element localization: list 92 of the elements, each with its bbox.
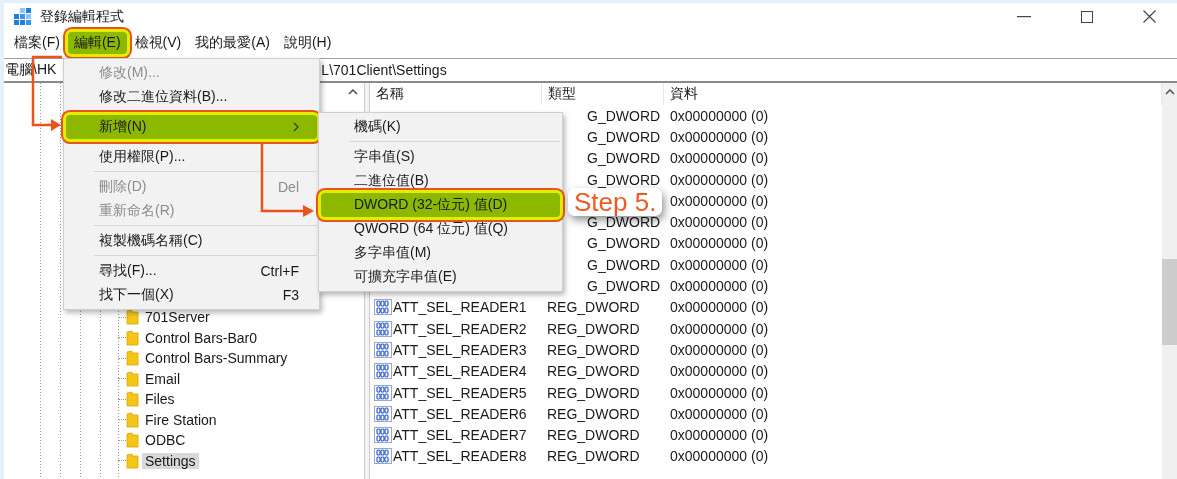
value-data: 0x00000000 (0)	[669, 128, 769, 145]
value-data: 0x00000000 (0)	[669, 448, 769, 465]
menu-item[interactable]: 修改二進位資料(B)...	[66, 85, 317, 109]
registry-editor-icon	[14, 7, 32, 26]
binary-value-icon	[374, 384, 392, 401]
value-name: ATT_SEL_READER5	[393, 384, 527, 401]
close-icon	[1143, 10, 1156, 23]
value-type: G_DWORD	[586, 235, 661, 252]
value-name: ATT_SEL_READER3	[393, 341, 527, 358]
menu-item[interactable]: 可擴充字串值(E)	[321, 265, 560, 289]
value-type: G_DWORD	[586, 256, 661, 273]
binary-value-icon	[374, 363, 392, 380]
value-type: G_DWORD	[586, 171, 661, 188]
value-data: 0x00000000 (0)	[669, 363, 769, 380]
value-type: REG_DWORD	[546, 363, 640, 380]
binary-value-icon	[374, 341, 392, 358]
value-data: 0x00000000 (0)	[669, 278, 769, 294]
value-data: 0x00000000 (0)	[669, 320, 769, 337]
value-name: ATT_SEL_READER6	[393, 405, 527, 422]
value-type: G_DWORD	[586, 278, 661, 294]
tree-item[interactable]: Control Bars-Summary	[142, 350, 291, 367]
value-name: ATT_SEL_READER2	[393, 320, 527, 337]
column-header[interactable]: 類型	[542, 83, 664, 105]
tree-item[interactable]: Fire Station	[142, 411, 220, 428]
value-type: REG_DWORD	[546, 448, 640, 465]
folder-icon	[126, 350, 139, 367]
scrollbar[interactable]	[1162, 83, 1177, 479]
value-data: 0x00000000 (0)	[669, 150, 769, 167]
value-type: REG_DWORD	[546, 427, 640, 444]
tree-item[interactable]: Files	[142, 391, 178, 408]
menu-item[interactable]: QWORD (64 位元) 值(Q)	[321, 217, 560, 241]
tree-item[interactable]: 701Server	[142, 309, 213, 326]
menu-item[interactable]: 檢視(V)	[128, 32, 188, 54]
folder-icon	[126, 411, 139, 428]
value-type: G_DWORD	[586, 150, 661, 167]
folder-icon	[126, 370, 139, 387]
value-data: 0x00000000 (0)	[669, 192, 769, 209]
value-data: 0x00000000 (0)	[669, 214, 769, 231]
menu-item[interactable]: 我的最愛(A)	[189, 32, 276, 54]
value-type: REG_DWORD	[546, 384, 640, 401]
menu-item[interactable]: 二進位值(B)	[321, 169, 560, 193]
binary-value-icon	[374, 405, 392, 422]
binary-value-icon	[374, 320, 392, 337]
menu-item[interactable]: 說明(H)	[277, 32, 338, 54]
menu-item[interactable]: 多字串值(M)	[321, 241, 560, 265]
menu-item[interactable]: 字串值(S)	[321, 145, 560, 169]
tree-item[interactable]: Settings	[142, 452, 199, 469]
scrollbar-thumb[interactable]	[1162, 259, 1177, 345]
value-name: ATT_SEL_READER1	[393, 299, 527, 316]
menu-item[interactable]: 檔案(F)	[8, 32, 66, 54]
folder-icon	[126, 391, 139, 408]
folder-icon	[126, 329, 139, 346]
value-type: G_DWORD	[586, 128, 661, 145]
tree-item[interactable]: Email	[142, 370, 183, 387]
value-name: ATT_SEL_READER7	[393, 427, 527, 444]
value-data: 0x00000000 (0)	[669, 171, 769, 188]
minimize-icon	[1016, 15, 1031, 18]
chevron-right-icon	[293, 122, 299, 132]
scroll-up-icon[interactable]	[348, 89, 358, 95]
menu-item[interactable]: 複製機碼名稱(C)	[66, 229, 317, 253]
value-data: 0x00000000 (0)	[669, 256, 769, 273]
value-name: ATT_SEL_READER4	[393, 363, 527, 380]
tree-item[interactable]: Control Bars-Bar0	[142, 329, 261, 346]
binary-value-icon	[374, 299, 392, 316]
folder-icon	[126, 452, 139, 469]
value-type: G_DWORD	[586, 107, 661, 124]
value-data: 0x00000000 (0)	[669, 299, 769, 316]
scroll-up-icon[interactable]	[1164, 89, 1175, 95]
value-data: 0x00000000 (0)	[669, 107, 769, 124]
value-data: 0x00000000 (0)	[669, 235, 769, 252]
binary-value-icon	[374, 448, 392, 465]
maximize-icon	[1080, 10, 1093, 23]
value-data: 0x00000000 (0)	[669, 384, 769, 401]
value-data: 0x00000000 (0)	[669, 405, 769, 422]
menu-item[interactable]: 使用權限(P)...	[66, 145, 317, 169]
window-title: 登錄編輯程式	[40, 7, 125, 26]
tree-item[interactable]: ODBC	[142, 432, 189, 449]
column-header[interactable]: 名稱	[370, 83, 542, 105]
binary-value-icon	[374, 427, 392, 444]
value-name: ATT_SEL_READER8	[393, 448, 527, 465]
menu-item[interactable]: 機碼(K)	[321, 115, 560, 139]
value-type: REG_DWORD	[546, 341, 640, 358]
folder-icon	[126, 309, 139, 326]
menu-item[interactable]: 找下一個(X) F3	[66, 283, 317, 307]
step-label: Step 5.	[568, 188, 663, 216]
value-type: REG_DWORD	[546, 320, 640, 337]
folder-icon	[126, 432, 139, 449]
value-data: 0x00000000 (0)	[669, 341, 769, 358]
menu-item[interactable]: 尋找(F)... Ctrl+F	[66, 259, 317, 283]
value-type: REG_DWORD	[546, 405, 640, 422]
value-data: 0x00000000 (0)	[669, 427, 769, 444]
value-type: REG_DWORD	[546, 299, 640, 316]
